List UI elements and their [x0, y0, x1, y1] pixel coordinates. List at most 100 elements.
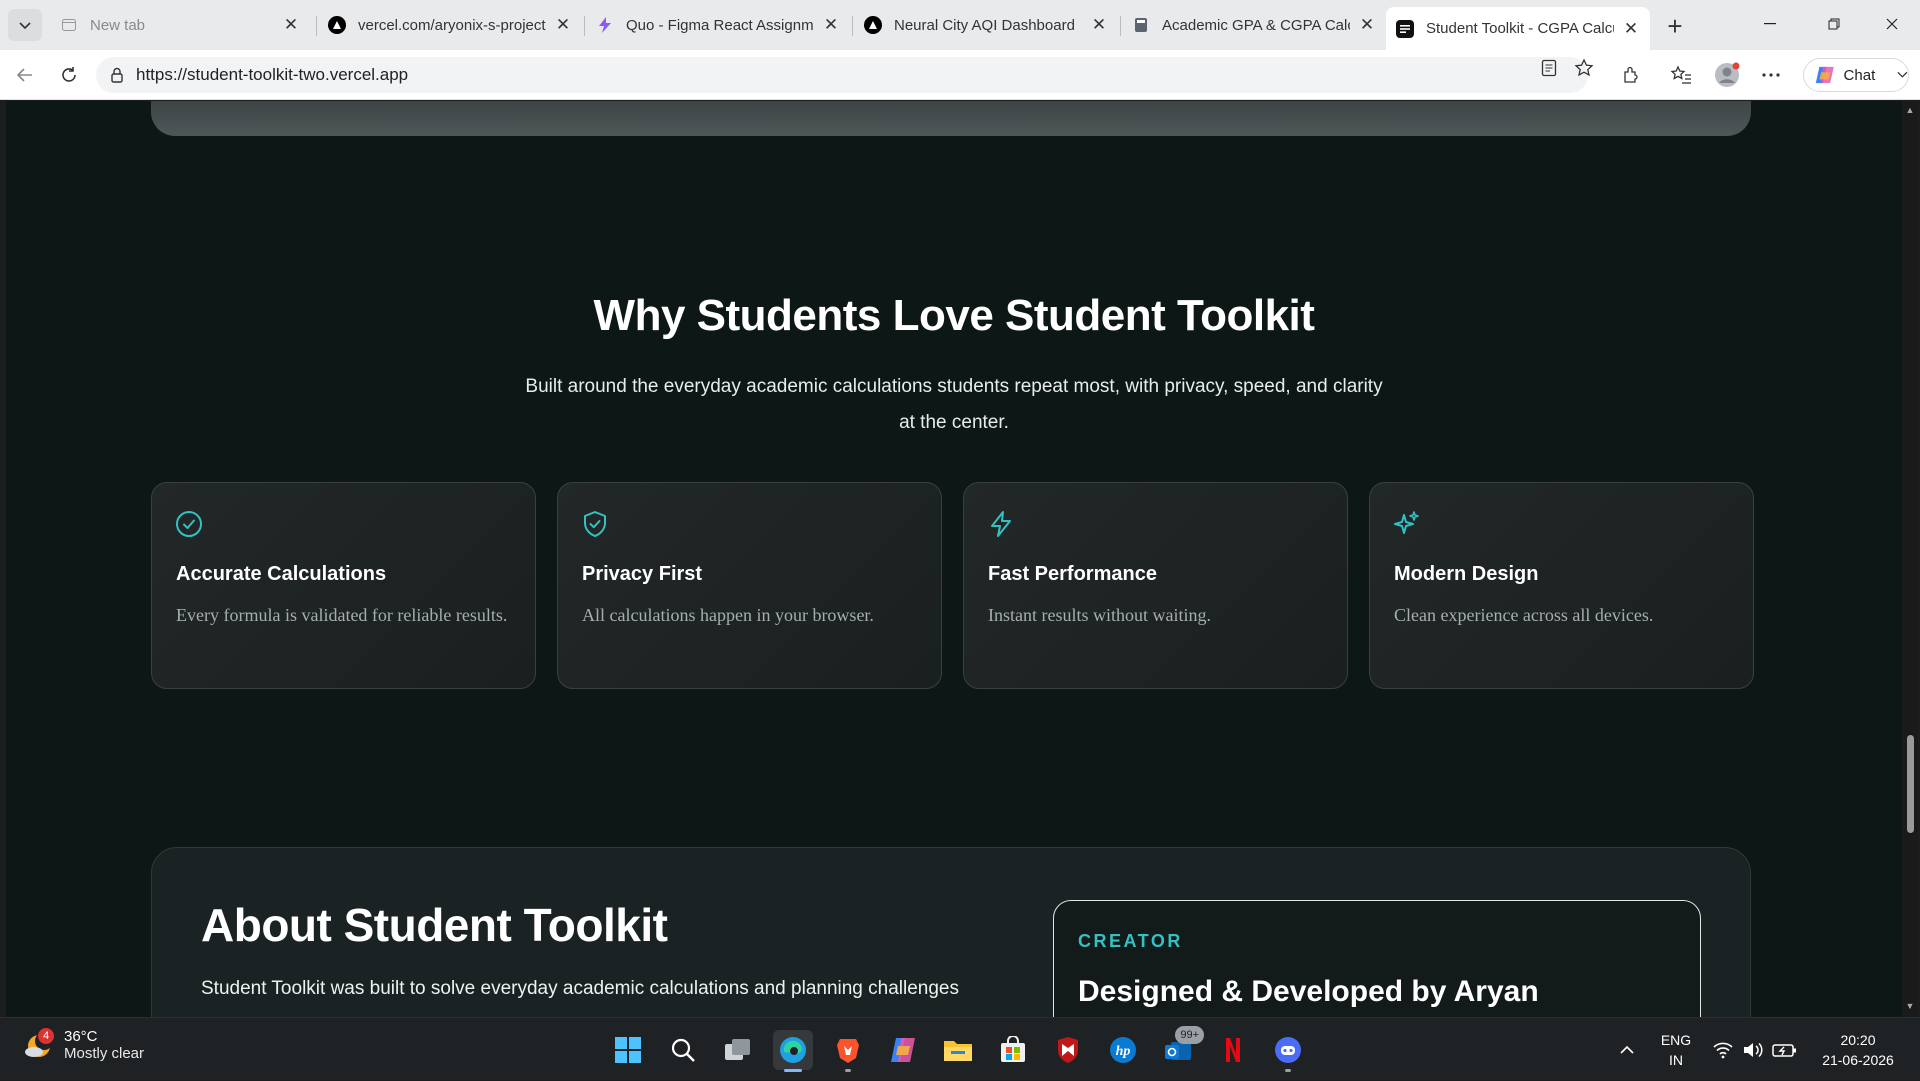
feature-card-performance: Fast Performance Instant results without…	[963, 482, 1348, 689]
start-button[interactable]	[608, 1030, 648, 1070]
chat-label: Chat	[1843, 66, 1876, 84]
about-title: About Student Toolkit	[201, 899, 668, 951]
outlook-app[interactable]: 99+	[1158, 1026, 1204, 1070]
address-bar[interactable]: https://student-toolkit-two.vercel.app	[96, 57, 1588, 93]
show-hidden-icons[interactable]	[1620, 1018, 1634, 1081]
extensions-button[interactable]	[1614, 59, 1648, 91]
tab-title: Academic GPA & CGPA Calculator	[1162, 16, 1350, 34]
close-icon[interactable]: ✕	[1090, 15, 1108, 34]
brave-lion-icon	[837, 1039, 859, 1063]
copilot-chat-button[interactable]: Chat	[1803, 58, 1909, 92]
battery-charging-icon	[1772, 1043, 1796, 1057]
more-options-button[interactable]	[1754, 59, 1788, 91]
copilot-app[interactable]	[883, 1030, 923, 1070]
store-bag-icon	[1001, 1036, 1025, 1062]
close-icon[interactable]: ✕	[282, 15, 300, 34]
creator-card: CREATOR Designed & Developed by Aryan	[1053, 900, 1701, 1017]
tab-strip: New tab ✕ vercel.com/aryonix-s-projects …	[0, 0, 1920, 50]
lightning-purple-icon	[596, 16, 614, 34]
close-icon[interactable]: ✕	[554, 15, 572, 34]
check-circle-icon	[172, 507, 206, 541]
feature-card-accurate: Accurate Calculations Every formula is v…	[151, 482, 536, 689]
feature-title: Accurate Calculations	[176, 563, 387, 585]
tab-actions-menu[interactable]	[8, 9, 42, 41]
lightning-icon	[984, 507, 1018, 541]
netflix-icon	[1226, 1038, 1240, 1062]
hp-logo-icon: hp	[1110, 1037, 1136, 1063]
tab-vercel[interactable]: vercel.com/aryonix-s-projects ✕	[318, 7, 582, 43]
page-scrollbar[interactable]: ▲ ▼	[1902, 101, 1918, 1017]
microsoft-store-app[interactable]	[993, 1030, 1033, 1070]
close-window-button[interactable]	[1870, 8, 1914, 40]
tab-student-toolkit[interactable]: Student Toolkit - CGPA Calculator ✕	[1386, 7, 1650, 50]
scroll-up-arrow-icon[interactable]: ▲	[1905, 105, 1915, 115]
weather-moon-icon: 4	[22, 1028, 56, 1062]
new-tab-button[interactable]: +	[1658, 10, 1692, 42]
file-explorer-app[interactable]	[938, 1030, 978, 1070]
tab-new-tab[interactable]: New tab ✕	[50, 7, 310, 43]
edge-browser-icon	[780, 1037, 806, 1063]
calculator-icon	[1132, 16, 1150, 34]
tab-title: vercel.com/aryonix-s-projects	[358, 16, 546, 34]
close-icon[interactable]: ✕	[1358, 15, 1376, 34]
feature-description: Instant results without waiting.	[988, 605, 1211, 625]
new-tab-icon	[60, 16, 78, 34]
brave-app[interactable]	[828, 1030, 868, 1072]
feature-card-design: Modern Design Clean experience across al…	[1369, 482, 1754, 689]
why-section-title: Why Students Love Student Toolkit	[593, 291, 1315, 340]
favorites-button[interactable]	[1664, 59, 1698, 91]
feature-description: All calculations happen in your browser.	[582, 605, 874, 625]
profile-button[interactable]	[1710, 59, 1744, 91]
back-button[interactable]	[8, 59, 42, 91]
clock[interactable]: 20:20 21-06-2026	[1810, 1030, 1906, 1070]
clock-time: 20:20	[1840, 1032, 1876, 1048]
windows-logo-icon	[615, 1037, 641, 1063]
lock-icon	[110, 67, 124, 83]
about-description: Student Toolkit was built to solve every…	[201, 978, 959, 999]
tab-figma[interactable]: Quo - Figma React Assignment ✕	[586, 7, 850, 43]
task-view-icon	[725, 1039, 750, 1060]
weather-condition: Mostly clear	[64, 1045, 145, 1062]
tab-aqi-dashboard[interactable]: Neural City AQI Dashboard ✕	[854, 7, 1118, 43]
chevron-up-icon	[1620, 1045, 1634, 1054]
refresh-button[interactable]	[52, 59, 86, 91]
reading-view-icon[interactable]	[1536, 59, 1562, 77]
tab-gpa-calculator[interactable]: Academic GPA & CGPA Calculator ✕	[1122, 7, 1386, 43]
tab-title: New tab	[90, 16, 146, 34]
task-view-button[interactable]	[718, 1030, 758, 1070]
weather-widget[interactable]: 4 36°C Mostly clear	[22, 1028, 144, 1062]
ellipsis-icon	[1762, 73, 1780, 77]
restore-button[interactable]	[1812, 8, 1856, 40]
favorites-list-icon	[1670, 65, 1691, 84]
creator-name: Designed & Developed by Aryan	[1078, 975, 1539, 1008]
mcafee-app[interactable]	[1048, 1030, 1088, 1070]
student-toolkit-icon	[1396, 19, 1414, 38]
feature-description: Clean experience across all devices.	[1394, 605, 1654, 625]
search-button[interactable]	[663, 1030, 703, 1070]
language-indicator[interactable]: ENG IN	[1660, 1030, 1692, 1070]
sparkles-icon	[1390, 507, 1424, 541]
language-region: IN	[1669, 1052, 1683, 1068]
scrollbar-thumb[interactable]	[1907, 735, 1914, 833]
feature-card-privacy: Privacy First All calculations happen in…	[557, 482, 942, 689]
close-icon[interactable]: ✕	[822, 15, 840, 34]
chat-bot-app[interactable]	[1268, 1030, 1308, 1072]
vercel-icon	[864, 16, 882, 34]
edge-app[interactable]	[773, 1030, 813, 1072]
notification-badge: 99+	[1175, 1026, 1204, 1044]
chevron-down-icon	[1897, 71, 1908, 78]
feature-description: Every formula is validated for reliable …	[176, 605, 508, 625]
scroll-down-arrow-icon[interactable]: ▼	[1905, 1001, 1915, 1011]
favorite-star-icon[interactable]	[1571, 58, 1597, 77]
clock-date: 21-06-2026	[1822, 1052, 1894, 1068]
browser-toolbar: https://student-toolkit-two.vercel.app C…	[0, 50, 1920, 100]
minimize-button[interactable]	[1748, 8, 1792, 40]
about-section: About Student Toolkit Student Toolkit wa…	[151, 847, 1751, 1017]
bot-icon	[1275, 1037, 1301, 1063]
netflix-app[interactable]	[1213, 1030, 1253, 1070]
tab-title: Student Toolkit - CGPA Calculator	[1426, 20, 1614, 37]
network-volume-battery[interactable]	[1712, 1018, 1798, 1081]
close-icon[interactable]: ✕	[1622, 19, 1640, 38]
feature-title: Privacy First	[582, 563, 703, 585]
hp-app[interactable]: hp	[1103, 1030, 1143, 1070]
